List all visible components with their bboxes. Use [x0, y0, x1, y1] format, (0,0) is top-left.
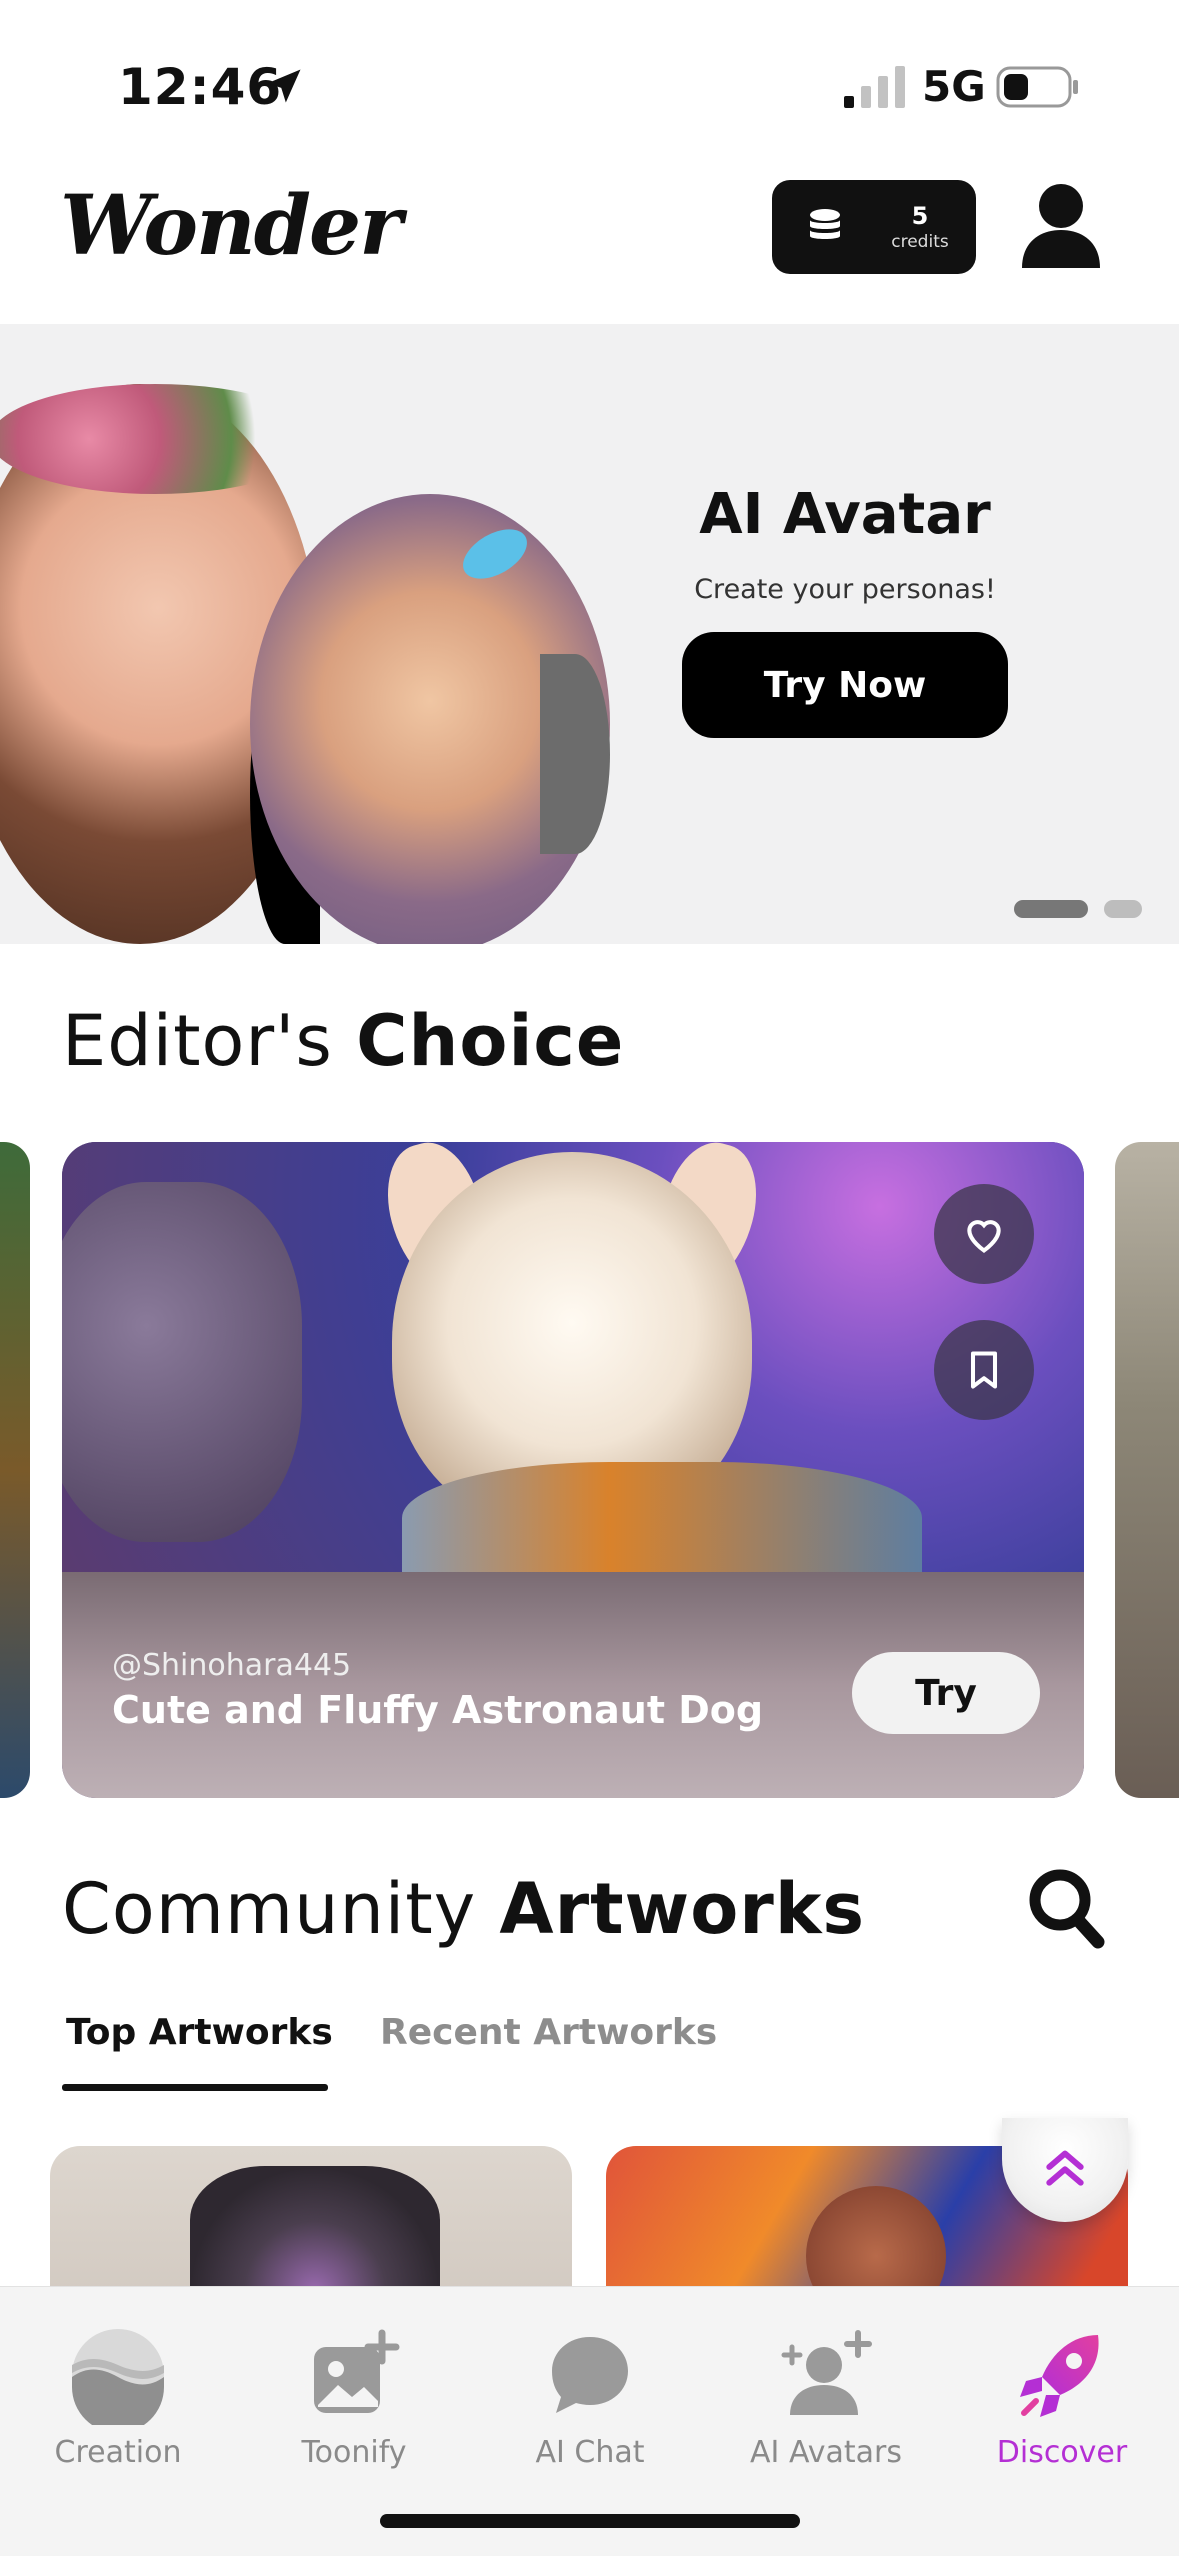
battery-icon: [996, 66, 1078, 108]
promo-banner[interactable]: AI Avatar Create your personas! Try Now: [0, 324, 1179, 944]
tab-toonify[interactable]: Toonify: [236, 2307, 472, 2507]
network-type: 5G: [922, 62, 986, 111]
try-button[interactable]: Try: [852, 1652, 1040, 1734]
rocket-icon: [1020, 2335, 1099, 2417]
chat-bubble-icon: [552, 2337, 628, 2413]
try-now-button[interactable]: Try Now: [682, 632, 1008, 738]
tab-label: Toonify: [301, 2435, 407, 2470]
carousel-dot[interactable]: [1104, 900, 1142, 918]
creation-icon: [72, 2329, 164, 2425]
image-add-icon: [314, 2329, 400, 2413]
tab-top-artworks[interactable]: Top Artworks: [66, 2012, 333, 2053]
editors-choice-card[interactable]: @Shinohara445 Cute and Fluffy Astronaut …: [62, 1142, 1084, 1798]
credits-count: 5: [911, 202, 929, 230]
avatar-add-icon: [781, 2330, 872, 2415]
carousel-dot-active[interactable]: [1014, 900, 1088, 918]
flower-crown: [0, 384, 320, 494]
tab-discover[interactable]: Discover: [944, 2307, 1179, 2507]
double-chevron-up-icon: [1046, 2150, 1084, 2186]
coin-stack-icon: [810, 209, 840, 239]
banner-title: AI Avatar: [699, 482, 991, 547]
section-title-community-artworks: Community Artworks: [62, 1868, 866, 1950]
home-indicator: [380, 2514, 800, 2528]
artwork-planet: [62, 1182, 302, 1542]
section-title-editors-choice: Editor's Choice: [62, 1000, 625, 1082]
bookmark-icon: [970, 1351, 998, 1389]
tab-label: Discover: [996, 2435, 1128, 2470]
status-bar: 12:46 5G: [0, 0, 1179, 150]
artwork-title: Cute and Fluffy Astronaut Dog: [112, 1688, 764, 1732]
tab-recent-artworks[interactable]: Recent Artworks: [380, 2012, 717, 2053]
carousel-card-prev[interactable]: [0, 1142, 30, 1798]
tab-label: AI Chat: [535, 2435, 645, 2470]
like-button[interactable]: [934, 1184, 1034, 1284]
tab-label: AI Avatars: [750, 2435, 902, 2470]
profile-icon[interactable]: [1016, 180, 1106, 270]
carousel-card-next[interactable]: [1115, 1142, 1179, 1798]
banner-decor-circle: [540, 654, 610, 854]
credits-button[interactable]: 5 credits: [772, 180, 976, 274]
credits-label: credits: [891, 232, 949, 252]
tab-label: Creation: [54, 2435, 182, 2470]
status-time: 12:46: [118, 58, 283, 116]
banner-subtitle: Create your personas!: [694, 574, 996, 605]
tab-ai-chat[interactable]: AI Chat: [472, 2307, 708, 2507]
tab-creation[interactable]: Creation: [0, 2307, 236, 2507]
app-logo: Wonder: [60, 178, 402, 274]
artwork-author[interactable]: @Shinohara445: [112, 1648, 351, 1683]
active-tab-indicator: [62, 2084, 328, 2091]
signal-bars-icon: [844, 66, 905, 108]
bookmark-button[interactable]: [934, 1320, 1034, 1420]
tab-ai-avatars[interactable]: AI Avatars: [708, 2307, 944, 2507]
location-arrow-icon: [267, 69, 301, 103]
heart-icon: [967, 1220, 1001, 1253]
search-icon[interactable]: [1026, 1866, 1106, 1950]
